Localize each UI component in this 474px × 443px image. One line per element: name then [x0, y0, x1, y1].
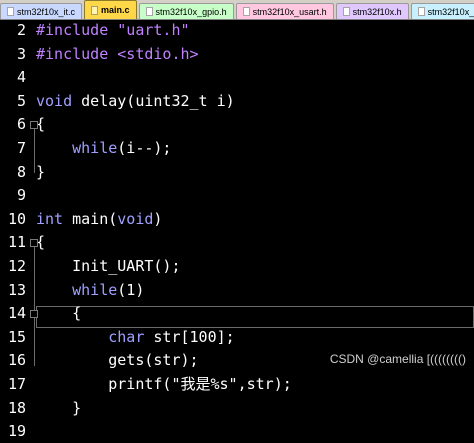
- code-line: 10 int main(void): [0, 208, 474, 231]
- token-fn: delay(uint32_t i): [72, 91, 235, 110]
- tab-main-c[interactable]: main.c: [84, 0, 137, 19]
- code-line: 14 {: [0, 302, 474, 325]
- token-kw: void: [36, 91, 73, 110]
- file-icon: [7, 7, 14, 16]
- token-fn: (i--);: [117, 139, 172, 157]
- token-fn: [36, 328, 108, 346]
- code-line: 13 while(1): [0, 279, 474, 302]
- code-line: 4: [0, 66, 474, 89]
- file-icon: [417, 7, 425, 16]
- tab-stm32f10x-it-c[interactable]: stm32f10x_it.c: [0, 3, 83, 19]
- code-line: 17 printf("我是%s",str);: [0, 373, 474, 396]
- tab-label: stm32f10x.h: [352, 6, 402, 17]
- code-line: 18 }: [0, 397, 474, 420]
- file-icon: [91, 5, 99, 15]
- line-number: 8: [16, 162, 26, 181]
- token-kw: void: [117, 209, 154, 228]
- line-number: 13: [7, 280, 26, 299]
- file-icon: [342, 7, 350, 16]
- tab-stm32f10x-usart-h[interactable]: stm32f10x_usart.h: [235, 3, 334, 19]
- token-fn: printf("我是%s",str);: [36, 375, 292, 393]
- line-number: 5: [16, 91, 26, 110]
- line-number: 18: [7, 398, 26, 417]
- code-text[interactable]: char str[100];: [36, 326, 235, 349]
- code-text[interactable]: }: [36, 161, 45, 184]
- token-pre: #include <stdio.h>: [36, 44, 199, 63]
- code-line: 7 while(i--);: [0, 137, 474, 160]
- code-text[interactable]: while(1): [36, 279, 144, 302]
- code-text[interactable]: gets(str);: [36, 349, 199, 372]
- code-text[interactable]: printf("我是%s",str);: [36, 373, 292, 396]
- token-fn: gets(str);: [36, 351, 199, 370]
- code-text[interactable]: void delay(uint32_t i): [36, 90, 235, 113]
- token-fn: {: [36, 304, 82, 323]
- line-number: 6: [16, 115, 26, 134]
- code-text[interactable]: while(i--);: [36, 137, 171, 160]
- code-text[interactable]: }: [36, 397, 81, 420]
- token-pre: #include "uart.h": [36, 21, 190, 39]
- line-number: 14: [7, 304, 26, 323]
- token-kw: while: [72, 139, 118, 157]
- fold-guide-line: [34, 129, 35, 173]
- line-number: 15: [7, 327, 26, 346]
- code-line: 5 void delay(uint32_t i): [0, 90, 474, 113]
- line-number: 12: [7, 257, 26, 275]
- code-line: 3 #include <stdio.h>: [0, 43, 474, 66]
- fold-toggle-icon[interactable]: [30, 239, 38, 248]
- code-text[interactable]: int main(void): [36, 208, 162, 231]
- line-number: 11: [7, 233, 26, 252]
- fold-toggle-icon[interactable]: [30, 121, 38, 130]
- token-kw: char: [108, 327, 145, 346]
- file-icon: [242, 7, 250, 16]
- editor-tab-bar: stm32f10x_it.c main.c stm32f10x_gpio.h stm3…: [0, 0, 474, 20]
- line-number: 9: [16, 186, 26, 205]
- code-text[interactable]: #include "uart.h": [36, 19, 190, 42]
- token-fn: }: [36, 398, 82, 417]
- token-kw: while: [72, 280, 118, 299]
- tab-label: stm32f10x_usart.c: [427, 6, 474, 17]
- tab-stm32f10x-usart-c[interactable]: stm32f10x_usart.c: [410, 3, 474, 19]
- token-fn: str[100];: [144, 327, 235, 346]
- code-line: 9: [0, 184, 474, 207]
- token-fn: main(: [63, 209, 118, 228]
- token-punc: }: [36, 162, 46, 181]
- tab-stm32f10x-h[interactable]: stm32f10x.h: [335, 3, 409, 19]
- code-line: 11{: [0, 231, 474, 254]
- tab-stm32f10x-gpio-h[interactable]: stm32f10x_gpio.h: [138, 3, 234, 19]
- line-number: 3: [16, 44, 26, 63]
- tab-label: stm32f10x_usart.h: [252, 6, 327, 17]
- line-number: 4: [16, 68, 26, 87]
- code-line: 15 char str[100];: [0, 326, 474, 349]
- code-line: 8}: [0, 161, 474, 184]
- code-line: 12 Init_UART();: [0, 255, 474, 278]
- token-fn: [36, 139, 72, 157]
- code-line: 6{: [0, 113, 474, 136]
- code-line: 19: [0, 420, 474, 443]
- fold-toggle-icon[interactable]: [30, 310, 38, 319]
- line-number: 2: [16, 21, 26, 39]
- code-line: 2 #include "uart.h": [0, 19, 474, 42]
- watermark-text: CSDN @camellia [((((((((): [329, 352, 466, 366]
- file-icon: [145, 7, 153, 16]
- line-number: 17: [7, 375, 26, 393]
- code-text[interactable]: Init_UART();: [36, 255, 181, 278]
- code-text[interactable]: {: [36, 302, 81, 325]
- tab-label: stm32f10x_gpio.h: [155, 6, 227, 17]
- line-number: 10: [7, 209, 26, 228]
- token-fn: [36, 281, 72, 299]
- tab-label: stm32f10x_it.c: [17, 6, 76, 17]
- fold-guide-line: [34, 318, 35, 366]
- line-number: 16: [7, 351, 26, 370]
- token-kw: int: [36, 209, 64, 228]
- code-text[interactable]: #include <stdio.h>: [36, 43, 199, 66]
- token-fn: Init_UART();: [36, 257, 181, 275]
- token-fn: (1): [117, 280, 145, 299]
- line-number: 7: [16, 139, 26, 157]
- token-fn: ): [153, 209, 163, 228]
- tab-label: main.c: [101, 5, 130, 15]
- line-number: 19: [7, 422, 26, 441]
